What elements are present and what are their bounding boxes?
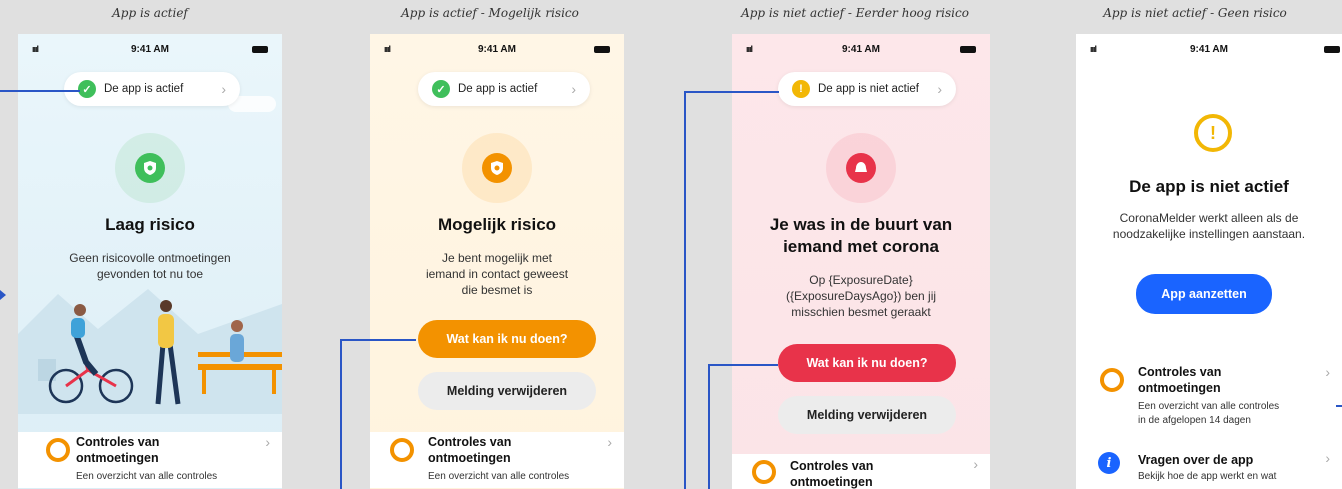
status-time: 9:41 AM [131,44,169,55]
chevron-right-icon: › [1325,364,1330,380]
connector-line [684,91,686,489]
app-status-label: De app is actief [104,83,184,95]
list-item-title: Controles van ontmoetingen [790,459,874,489]
exclamation-icon: ! [792,80,810,98]
ring-orange-icon [46,438,70,462]
status-time: 9:41 AM [842,44,880,55]
inactive-description: CoronaMelder werkt alleen als de noodzak… [1112,211,1306,241]
inactive-title: De app is niet actief [1129,177,1289,196]
check-icon: ✓ [78,80,96,98]
app-status-pill[interactable]: ✓ De app is actief › [418,72,590,106]
ring-orange-icon [390,438,414,462]
list-item-exposure-checks[interactable]: Controles van ontmoetingen Een overzicht… [18,432,282,488]
ring-orange-icon [1100,368,1124,392]
list-item-title: Controles van ontmoetingen [76,435,160,465]
chevron-right-icon: › [1325,450,1330,466]
info-icon: i [1098,452,1120,474]
list-item-exposure-checks[interactable]: Controles van ontmoetingen Een overzicht… [370,432,624,488]
list-item-subtitle: Een overzicht van alle controles [428,471,570,482]
phone-screen-inactive-no-risk: ıııl 9:41 AM ! De app is niet actief Cor… [1076,34,1342,489]
risk-title: Laag risico [105,215,195,234]
connector-arrow [0,290,6,300]
risk-description: Op {ExposureDate} ({ExposureDaysAgo}) be… [785,273,937,319]
what-can-i-do-button[interactable]: Wat kan ik nu doen? [418,320,596,358]
enable-app-button[interactable]: App aanzetten [1136,274,1272,314]
connector-line [708,364,778,366]
list-item-exposure-checks[interactable]: Controles van ontmoetingen › [732,454,990,489]
battery-icon [252,46,268,53]
battery-icon [594,46,610,53]
shield-orange-icon [482,153,512,183]
battery-icon [1324,46,1340,53]
chevron-right-icon: › [973,456,978,472]
status-bar: ıııl 9:41 AM [1076,44,1342,58]
chevron-right-icon: › [607,434,612,450]
risk-description: Je bent mogelijk met iemand in contact g… [425,251,569,297]
connector-line [684,91,779,93]
chevron-right-icon: › [937,81,942,97]
risk-title: Mogelijk risico [437,215,557,234]
app-status-pill[interactable]: ! De app is niet actief › [778,72,956,106]
caption-screen-2: App is actief - Mogelijk risico [401,6,579,20]
app-status-label: De app is niet actief [818,83,920,95]
list-item-title: Controles van ontmoetingen [428,435,512,465]
connector-line [340,339,342,489]
people-illustration [18,289,282,414]
alert-red-icon [846,153,876,183]
phone-screen-inactive-high-risk: ıııl 9:41 AM ! De app is niet actief › J… [732,34,990,489]
list-item-subtitle: Een overzicht van alle controles in de a… [1138,401,1280,426]
list-item-subtitle: Bekijk hoe de app werkt en wat [1138,471,1277,482]
ring-orange-icon [752,460,776,484]
chevron-right-icon: › [571,81,576,97]
connector-line [1336,405,1342,407]
phone-screen-possible-risk: ıııl 9:41 AM ✓ De app is actief › Mogeli… [370,34,624,489]
what-can-i-do-button[interactable]: Wat kan ik nu doen? [778,344,956,382]
dismiss-notification-button[interactable]: Melding verwijderen [418,372,596,410]
status-time: 9:41 AM [1190,44,1228,55]
status-bar: ıııl 9:41 AM [370,44,624,58]
warning-circle-icon: ! [1194,114,1232,152]
app-status-pill[interactable]: ✓ De app is actief › [64,72,240,106]
connector-line [340,339,416,341]
caption-screen-1: App is actief [112,6,188,20]
shield-green-icon [135,153,165,183]
app-status-label: De app is actief [458,83,538,95]
status-bar: ıııl 9:41 AM [18,44,282,58]
caption-screen-3: App is niet actief - Eerder hoog risico [741,6,969,20]
list-item-subtitle: Een overzicht van alle controles [76,471,218,482]
phone-screen-active-low-risk: ıııl 9:41 AM ✓ De app is actief › Laag r… [18,34,282,489]
connector-line [0,90,80,92]
dismiss-notification-button[interactable]: Melding verwijderen [778,396,956,434]
battery-icon [960,46,976,53]
chevron-right-icon: › [221,81,226,97]
status-time: 9:41 AM [478,44,516,55]
risk-title: Je was in de buurt van iemand met corona [769,215,953,256]
connector-line [708,364,710,489]
list-item-title: Vragen over de app [1138,453,1254,467]
status-bar: ıııl 9:41 AM [732,44,990,58]
list-item-title: Controles van ontmoetingen [1138,365,1222,395]
list-item-app-questions[interactable]: i Vragen over de app Bekijk hoe de app w… [1076,450,1342,489]
check-icon: ✓ [432,80,450,98]
chevron-right-icon: › [265,434,270,450]
caption-screen-4: App is niet actief - Geen risico [1103,6,1287,20]
list-item-exposure-checks[interactable]: Controles van ontmoetingen Een overzicht… [1076,364,1342,434]
